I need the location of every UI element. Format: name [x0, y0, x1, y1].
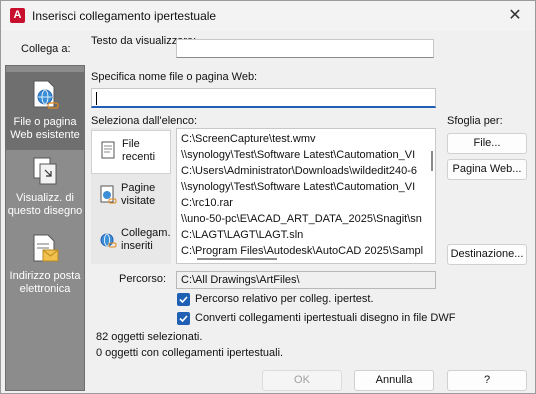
linked-count-text: 0 oggetti con collegamenti ipertestuali.	[96, 347, 284, 359]
inserted-links-icon	[100, 233, 117, 248]
relative-path-checkbox[interactable]	[177, 293, 190, 306]
title-bar: A Inserisci collegamento ipertestuale ✕	[1, 1, 535, 31]
tab-label: Collegam. inseriti	[121, 227, 171, 252]
select-from-list-label: Seleziona dall'elenco:	[91, 115, 198, 127]
nav-item-label: File o pagina Web esistente	[10, 116, 80, 141]
nav-item-label: Visualizz. di questo disegno	[7, 192, 83, 217]
window-title: Inserisci collegamento ipertestuale	[32, 9, 217, 23]
nav-item-file-web[interactable]: File o pagina Web esistente	[6, 72, 84, 150]
file-or-web-field[interactable]	[91, 88, 436, 108]
target-button[interactable]: Destinazione...	[447, 244, 527, 265]
relative-path-label[interactable]: Percorso relativo per colleg. ipertest.	[195, 293, 374, 305]
list-item[interactable]: C:\Users\Administrator\Downloads\wildedi…	[181, 163, 425, 179]
list-item[interactable]: \\synology\Test\Software Latest\Cautomat…	[181, 147, 425, 163]
nav-item-email[interactable]: Indirizzo posta elettronica	[6, 226, 84, 304]
list-source-tabs: File recenti Pagine visitate Collegam. i…	[91, 128, 171, 264]
link-to-heading: Collega a:	[21, 43, 71, 55]
text-caret	[96, 92, 97, 105]
selected-count-text: 82 oggetti selezionati.	[96, 331, 203, 343]
nav-item-drawing-view[interactable]: Visualizz. di questo disegno	[6, 148, 84, 226]
tab-label: File recenti	[122, 138, 156, 163]
link-to-nav: File o pagina Web esistente Visualizz. d…	[5, 65, 85, 391]
vertical-scrollbar[interactable]	[431, 151, 433, 171]
cancel-button[interactable]: Annulla	[354, 370, 434, 391]
tab-visited-pages[interactable]: Pagine visitate	[91, 175, 171, 219]
convert-dwf-checkbox[interactable]	[177, 312, 190, 325]
recent-files-icon	[101, 141, 115, 159]
recent-files-list[interactable]: C:\ScreenCapture\test.wmv \\synology\Tes…	[176, 128, 436, 264]
list-item[interactable]: C:\LAGT\LAGT\LAGT.sln	[181, 227, 425, 243]
visited-pages-icon	[100, 185, 117, 204]
browse-web-page-button[interactable]: Pagina Web...	[447, 159, 527, 180]
close-icon: ✕	[508, 7, 522, 24]
checkmark-icon	[179, 315, 188, 323]
path-value: C:\All Drawings\ArtFiles\	[176, 271, 436, 289]
horizontal-scrollbar[interactable]	[197, 258, 277, 260]
help-button[interactable]: ?	[447, 370, 527, 391]
nav-item-label: Indirizzo posta elettronica	[9, 270, 81, 295]
drawing-view-icon	[33, 157, 57, 185]
list-item[interactable]: \\synology\Test\Software Latest\Cautomat…	[181, 179, 425, 195]
display-text-field[interactable]	[176, 39, 434, 58]
list-item[interactable]: \\uno-50-pc\E\ACAD_ART_DATA_2025\Snagit\…	[181, 211, 425, 227]
tab-recent-files[interactable]: File recenti	[91, 130, 171, 174]
convert-dwf-label[interactable]: Converti collegamenti ipertestuali diseg…	[195, 312, 455, 324]
hyperlink-dialog: A Inserisci collegamento ipertestuale ✕ …	[0, 0, 536, 394]
globe-page-icon	[33, 80, 59, 109]
list-item[interactable]: C:\rc10.rar	[181, 195, 425, 211]
tab-inserted-links[interactable]: Collegam. inseriti	[91, 220, 171, 264]
close-button[interactable]: ✕	[495, 1, 535, 31]
envelope-icon	[33, 234, 59, 262]
autocad-app-icon: A	[10, 8, 25, 23]
path-label: Percorso:	[119, 273, 167, 285]
file-or-web-label: Specifica nome file o pagina Web:	[91, 71, 258, 83]
tab-label: Pagine visitate	[121, 182, 156, 207]
list-item[interactable]: C:\ScreenCapture\test.wmv	[181, 131, 425, 147]
ok-button[interactable]: OK	[262, 370, 342, 391]
list-item[interactable]: C:\Program Files\Autodesk\AutoCAD 2025\S…	[181, 243, 425, 259]
browse-file-button[interactable]: File...	[447, 133, 527, 154]
checkmark-icon	[179, 296, 188, 304]
browse-for-label: Sfoglia per:	[447, 115, 503, 127]
